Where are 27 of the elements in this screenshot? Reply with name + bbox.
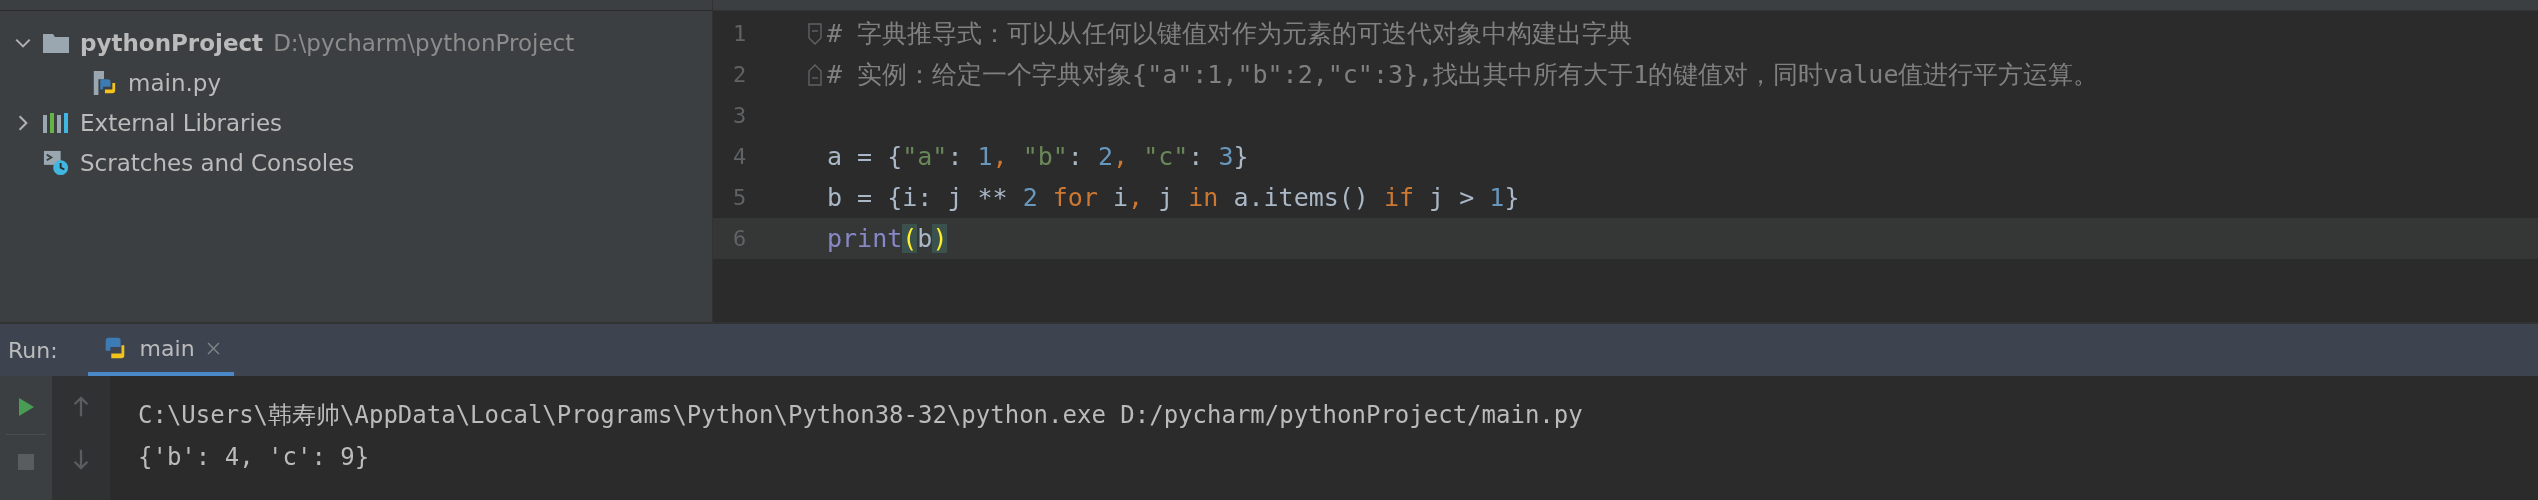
line-number: 3 [732,103,748,128]
console-output: C:\Users\韩寿帅\AppData\Local\Programs\Python\Python38-32\python.exe D:/pycharm/pythonProject/main.py [138,400,1583,431]
stop-icon[interactable] [16,451,36,473]
tree-item[interactable]: pythonProject [80,30,264,56]
line-number: 5 [732,185,748,210]
line-number: 4 [732,144,748,169]
project-path: D:\pycharm\pythonProject [273,30,575,56]
fold-marker-icon[interactable] [808,21,822,46]
console-output: {'b': 4, 'c': 9} [138,442,371,473]
run-panel-title: Run: [8,337,58,363]
close-icon[interactable] [206,341,220,355]
code-line: print(b) [827,224,948,253]
tree-item[interactable]: main.py [128,70,221,96]
run-icon[interactable] [16,396,36,418]
code-line: # 字典推导式：可以从任何以键值对作为元素的可迭代对象中构建出字典 [827,18,1633,50]
up-arrow-icon[interactable] [71,396,91,418]
line-number: 2 [732,62,748,87]
code-line: a = {"a": 1, "b": 2, "c": 3} [827,142,1249,171]
fold-marker-icon[interactable] [808,62,822,87]
libraries-icon [42,110,70,136]
code-line: # 实例：给定一个字典对象{"a":1,"b":2,"c":3},找出其中所有大于1的键值对，同时value值进行平方运算。 [827,59,2099,91]
down-arrow-icon[interactable] [71,448,91,470]
tree-item[interactable]: Scratches and Consoles [80,150,355,176]
scratches-icon [42,150,70,176]
line-number: 1 [732,21,748,46]
code-line: b = {i: j ** 2 for i, j in a.items() if j > 1} [827,183,1520,212]
tree-item[interactable]: External Libraries [80,110,283,136]
